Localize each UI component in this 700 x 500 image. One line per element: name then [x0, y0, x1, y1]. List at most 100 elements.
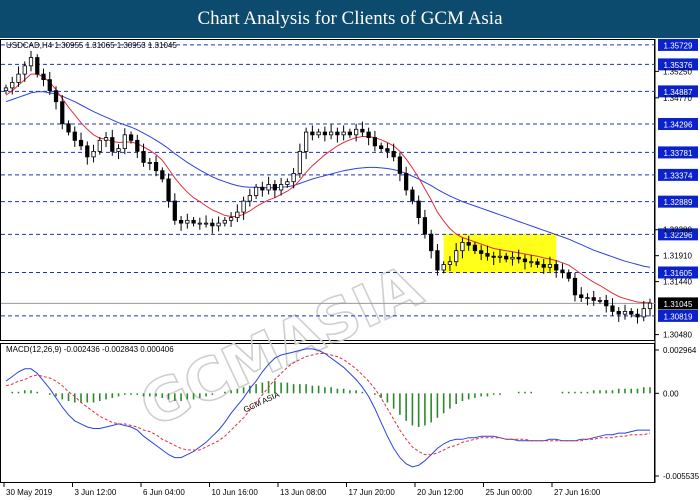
candle-body [178, 219, 184, 224]
macd-tick-label: 0.002964 [663, 346, 697, 355]
candle-body [585, 297, 590, 300]
time-tick-label: 13 Jun 08:00 [280, 488, 327, 497]
candle-body [210, 222, 215, 227]
price-axis: 1.357291.353761.348871.342961.337811.333… [655, 38, 698, 340]
candle-body [641, 308, 646, 318]
candle-body [560, 269, 565, 274]
candle-body [247, 195, 252, 202]
time-tick-label: 30 May 2019 [6, 488, 53, 497]
candle-body [497, 255, 503, 258]
candle-body [404, 173, 409, 191]
price-tick-label: 1.30480 [663, 331, 692, 340]
candle-body [322, 131, 327, 136]
candle-body [485, 253, 490, 257]
candle-body [110, 137, 115, 152]
candle-body [391, 150, 396, 158]
candle-body [266, 184, 271, 191]
candle-body [28, 57, 34, 67]
candle-body [366, 131, 371, 138]
time-tick-label: 17 Jun 20:00 [349, 488, 396, 497]
candle-body [460, 242, 465, 252]
candle-body [447, 261, 453, 265]
candle-body [516, 256, 521, 260]
candle-body [303, 131, 309, 152]
candle-body [604, 299, 609, 307]
candle-body [597, 299, 603, 302]
candle-body [504, 255, 509, 260]
candle-body [454, 250, 459, 263]
candle-body [197, 222, 202, 225]
macd-indicator: 0.002964 0.00 -0.005535 [5, 346, 700, 481]
macd-tick-label: -0.005535 [663, 472, 700, 481]
candle-body [341, 131, 346, 136]
price-tick-label: 1.31440 [663, 278, 692, 287]
candle-body [285, 181, 290, 185]
candle-body [572, 277, 578, 296]
candle-body [335, 131, 340, 136]
candle-body [85, 145, 90, 158]
candle-body [253, 186, 259, 196]
candle-body [616, 311, 621, 315]
price-tick-label: 1.34770 [663, 94, 692, 103]
time-tick-label: 27 Jun 16:00 [554, 488, 601, 497]
candle-body [429, 233, 434, 252]
level-lines [1, 44, 655, 317]
time-axis: 30 May 2019 3 Jun 12:00 6 Jun 04:00 10 Jun … [3, 483, 601, 497]
chart-area: GCMASIA GCM ASIA 1.357291.353761.348871.… [0, 38, 700, 497]
candle-body [310, 131, 315, 136]
candle-body [172, 200, 177, 221]
candle-body [622, 311, 628, 315]
time-tick-label: 3 Jun 12:00 [75, 488, 117, 497]
candle-body [441, 264, 446, 271]
time-tick-label: 10 Jun 16:00 [212, 488, 259, 497]
candle-body [354, 128, 359, 136]
time-tick-label: 6 Jun 04:00 [143, 488, 185, 497]
candle-body [610, 305, 615, 312]
time-tick-label: 20 Jun 12:00 [417, 488, 464, 497]
candle-body [397, 156, 403, 174]
candle-body [191, 219, 196, 224]
candle-body [297, 150, 302, 174]
candle-body [629, 311, 634, 315]
candle-body [647, 302, 653, 310]
candle-body [347, 131, 353, 136]
macd-line [5, 348, 650, 468]
candle-body [60, 101, 65, 125]
level-label: 1.34296 [664, 120, 693, 129]
candle-body [272, 184, 277, 191]
candle-body [16, 73, 21, 83]
level-label: 1.33374 [664, 171, 693, 180]
candle-body [160, 170, 165, 180]
candle-body [416, 200, 421, 218]
candle-body [635, 313, 640, 318]
candle-body [78, 139, 84, 147]
candle-body [329, 131, 334, 136]
price-tick-label: 1.31910 [663, 252, 692, 261]
candle-body [166, 178, 171, 202]
candle-body [235, 211, 240, 218]
time-tick-label: 25 Jun 00:00 [486, 488, 533, 497]
candle-body [222, 219, 227, 224]
candle-body [291, 173, 296, 183]
macd-label: MACD(12,26,9) -0.002436 -0.002843 0.0004… [6, 345, 174, 354]
level-label: 1.35729 [664, 41, 693, 50]
candle-body [122, 134, 127, 150]
candle-body [535, 261, 540, 265]
candle-body [103, 137, 109, 141]
candle-body [53, 90, 59, 103]
candle-body [35, 57, 40, 75]
candle-body [228, 217, 234, 221]
candle-body [128, 134, 134, 141]
candle-body [472, 244, 478, 252]
candle-body [410, 189, 415, 202]
candle-body [278, 184, 284, 191]
candle-body [435, 250, 440, 271]
candle-body [147, 162, 152, 164]
candle-body [47, 79, 52, 92]
candle-body [66, 123, 71, 133]
candle-body [547, 264, 553, 268]
candle-body [466, 242, 471, 246]
candle-body [522, 258, 528, 263]
candle-body [491, 255, 496, 258]
candle-body [203, 222, 209, 225]
